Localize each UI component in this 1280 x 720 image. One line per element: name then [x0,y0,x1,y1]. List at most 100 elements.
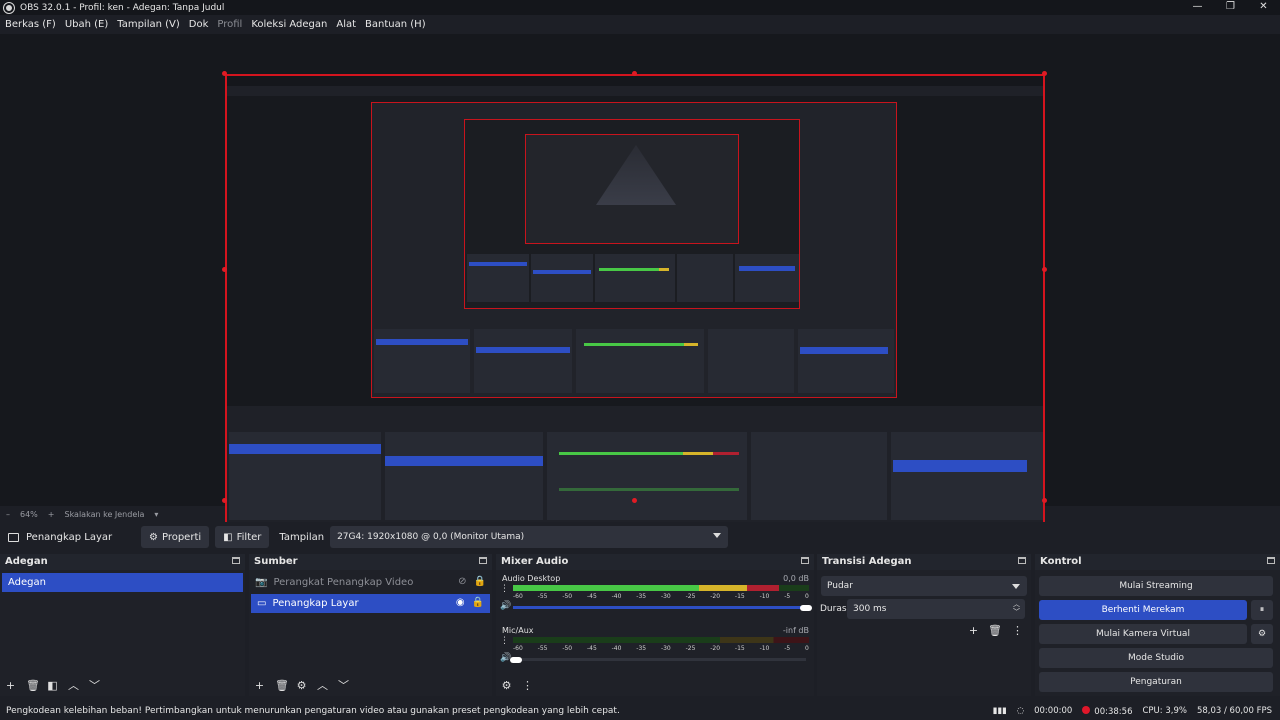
status-bar: Pengkodean kelebihan beban! Pertimbangka… [0,702,1280,720]
stop-recording-button[interactable]: Berhenti Merekam [1039,600,1247,620]
add-icon[interactable]: + [254,679,265,692]
meter-tick-label: -25 [685,593,696,600]
dock-menu-icon[interactable] [1018,557,1026,564]
pause-recording-button[interactable]: ⏸ [1251,600,1273,620]
nested-dock [798,329,894,393]
dock-menu-icon[interactable] [801,557,809,564]
dock-menu-icon[interactable] [232,557,240,564]
trash-icon[interactable]: 🗑 [988,624,1002,637]
eye-icon[interactable]: ◉ [456,597,465,608]
advanced-audio-icon[interactable]: ⚙ [501,679,512,692]
menu-help[interactable]: Bantuan (H) [365,19,426,30]
maximize-button[interactable]: ❐ [1214,0,1247,15]
transition-select[interactable]: Pudar [821,576,1027,596]
move-down-icon[interactable]: ﹀ [89,677,100,693]
eye-hidden-icon[interactable]: ⊘ [458,576,466,587]
nested-title-bar [227,76,1043,86]
zoom-out-button[interactable]: – [6,510,10,519]
meter-tick-label: -30 [660,645,671,652]
dock-menu-icon[interactable] [1267,557,1275,564]
obs-logo-icon [4,2,14,13]
controls-body: Mulai Streaming Berhenti Merekam ⏸ Mulai… [1035,570,1280,696]
source-item[interactable]: 📷 Perangkat Penangkap Video ⊘ 🔒 [249,573,492,592]
trash-icon[interactable]: 🗑 [275,679,289,692]
resize-handle[interactable] [1042,267,1047,272]
start-streaming-button[interactable]: Mulai Streaming [1039,576,1273,596]
move-down-icon[interactable]: ﹀ [338,677,349,693]
trash-icon[interactable]: 🗑 [26,679,40,692]
nested-record-button [893,460,1027,472]
menu-tools[interactable]: Alat [336,19,356,30]
menu-bar: Berkas (F) Ubah (E) Tampilan (V) Dok Pro… [0,15,1280,34]
resize-handle[interactable] [222,71,227,76]
zoom-in-button[interactable]: + [48,510,55,519]
menu-docks[interactable]: Dok [189,19,209,30]
stepper-icon[interactable]: ︿ ﹀ [1013,600,1020,616]
studio-mode-label: Mode Studio [1127,653,1185,663]
gear-icon[interactable]: ⚙ [296,679,307,692]
nested-meter [559,452,683,455]
sources-list: 📷 Perangkat Penangkap Video ⊘ 🔒 ▭ Penang… [249,570,492,696]
meter-tick-label: -25 [685,645,696,652]
filter-label: Filter [236,531,262,543]
duration-input[interactable]: 300 ms ︿ ﹀ [847,599,1025,619]
resize-handle[interactable] [1042,71,1047,76]
preview-canvas[interactable] [225,74,1045,534]
filter-button[interactable]: ◧ Filter [215,526,270,548]
display-select[interactable]: 27G4: 1920x1080 @ 0,0 (Monitor Utama) [330,526,729,548]
volume-slider[interactable] [510,656,806,663]
close-button[interactable]: ✕ [1247,0,1280,15]
resize-handle[interactable] [632,71,637,76]
source-item-label: Perangkat Penangkap Video [273,577,414,588]
nested-selection [476,347,570,353]
meter-tick-label: -15 [734,645,745,652]
resize-handle[interactable] [222,267,227,272]
scenes-list: Adegan + 🗑 ◧ ︿ ﹀ [0,570,245,696]
volume-slider-knob[interactable] [800,604,812,611]
channel-menu-icon[interactable]: ⋮ [500,584,509,594]
resize-handle[interactable] [632,498,637,503]
start-virtual-camera-button[interactable]: Mulai Kamera Virtual [1039,624,1247,644]
add-icon[interactable]: + [969,624,978,637]
nested-meter [683,452,713,455]
settings-label: Pengaturan [1130,677,1182,687]
resize-handle[interactable] [222,498,227,503]
studio-mode-button[interactable]: Mode Studio [1039,648,1273,668]
mixer-menu-icon[interactable]: ⋮ [522,679,533,692]
properties-button[interactable]: ⚙ Properti [141,526,210,548]
virtual-camera-settings-button[interactable]: ⚙ [1251,624,1273,644]
scale-mode-label[interactable]: Skalakan ke Jendela [64,510,144,519]
settings-button[interactable]: Pengaturan [1039,672,1273,692]
volume-slider[interactable] [513,604,812,611]
minimize-button[interactable]: — [1181,0,1214,15]
menu-view[interactable]: Tampilan (V) [117,19,180,30]
meter-tick-label: -35 [636,593,647,600]
chevron-down-icon[interactable]: ▾ [154,510,158,519]
channel-menu-icon[interactable]: ⋮ [500,636,509,646]
filter-icon[interactable]: ◧ [47,679,58,692]
add-icon[interactable]: + [5,679,16,692]
menu-edit[interactable]: Ubah (E) [65,19,108,30]
transition-menu-icon[interactable]: ⋮ [1012,624,1023,637]
channel-db: 0,0 dB [783,574,809,583]
lock-icon[interactable]: 🔒 [474,576,486,587]
properties-label: Properti [161,531,202,543]
nested-meter [659,268,669,271]
dock-menu-icon[interactable] [479,557,487,564]
nested-canvas-level3 [525,134,739,244]
menu-scene-collection[interactable]: Koleksi Adegan [251,19,327,30]
scene-item[interactable]: Adegan [2,573,243,592]
meter-tick-label: 0 [805,645,809,652]
preview-area[interactable] [0,34,1280,534]
pause-icon: ⏸ [1259,605,1265,615]
move-up-icon[interactable]: ︿ [68,677,79,693]
resize-handle[interactable] [1042,498,1047,503]
menu-file[interactable]: Berkas (F) [5,19,56,30]
audio-mixer-dock: Mixer Audio Audio Desktop 0,0 dB ⋮ -60 -5… [496,554,814,696]
source-item[interactable]: ▭ Penangkap Layar ◉ 🔒 [251,594,490,613]
lock-icon[interactable]: 🔒 [472,597,484,608]
volume-slider-knob[interactable] [510,656,522,663]
speaker-icon[interactable]: 🔊 [500,601,511,611]
menu-profile[interactable]: Profil [217,19,242,30]
move-up-icon[interactable]: ︿ [317,677,328,693]
